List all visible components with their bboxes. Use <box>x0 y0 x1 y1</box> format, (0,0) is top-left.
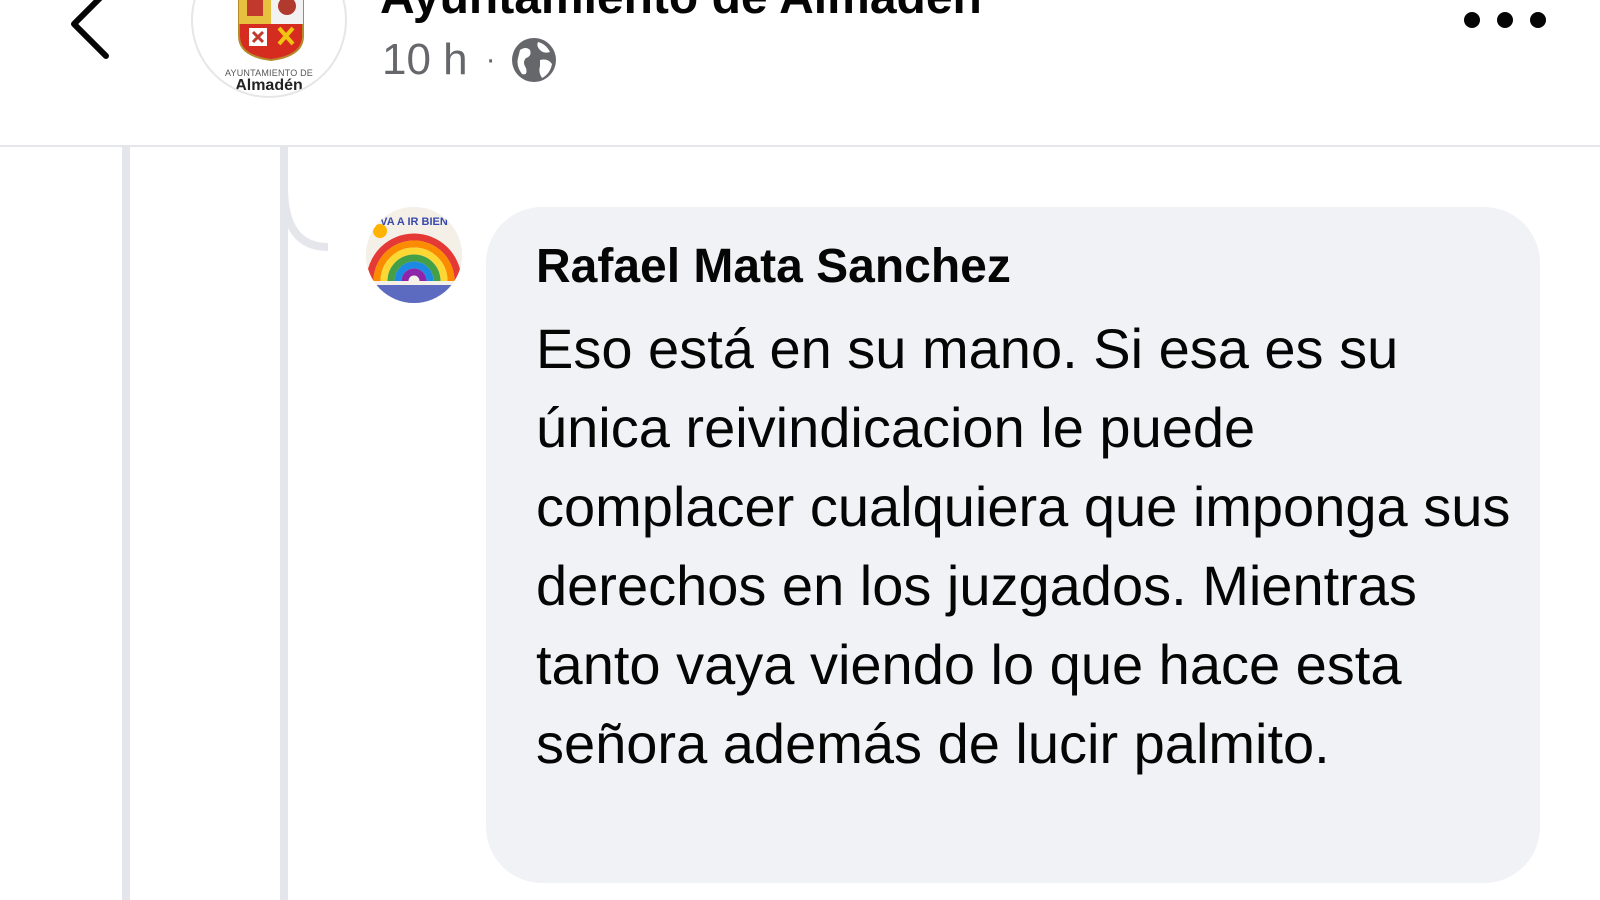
coat-of-arms-icon <box>238 0 304 62</box>
page-title[interactable]: Ayuntamiento de Almadén <box>380 0 982 25</box>
rainbow-drawing-icon: VA A IR BIEN <box>366 207 462 303</box>
comment-text: Eso está en su mano. Si esa es su única … <box>536 317 1511 775</box>
avatar-caption: VA A IR BIEN <box>380 216 448 228</box>
thread-line <box>122 147 130 900</box>
more-options-button[interactable] <box>1460 0 1550 40</box>
commenter-avatar[interactable]: VA A IR BIEN <box>366 207 462 303</box>
globe-icon <box>511 38 556 82</box>
more-horizontal-icon <box>1464 12 1546 28</box>
post-time[interactable]: 10 h <box>382 35 468 85</box>
page-avatar[interactable]: AYUNTAMIENTO DE Almadén <box>191 0 347 98</box>
reply-thread-line <box>280 147 288 900</box>
post-meta: 10 h · <box>382 30 558 90</box>
meta-separator: · <box>485 43 496 76</box>
back-button[interactable] <box>62 0 122 60</box>
comment-author[interactable]: Rafael Mata Sanchez <box>536 237 1492 297</box>
logo-caption-main: Almadén <box>235 77 303 94</box>
reply-connector <box>280 147 329 251</box>
comment-bubble: Rafael Mata Sanchez Eso está en su mano.… <box>486 207 1540 883</box>
chevron-left-icon <box>71 0 109 59</box>
post-header: AYUNTAMIENTO DE Almadén Ayuntamiento de … <box>0 0 1600 147</box>
